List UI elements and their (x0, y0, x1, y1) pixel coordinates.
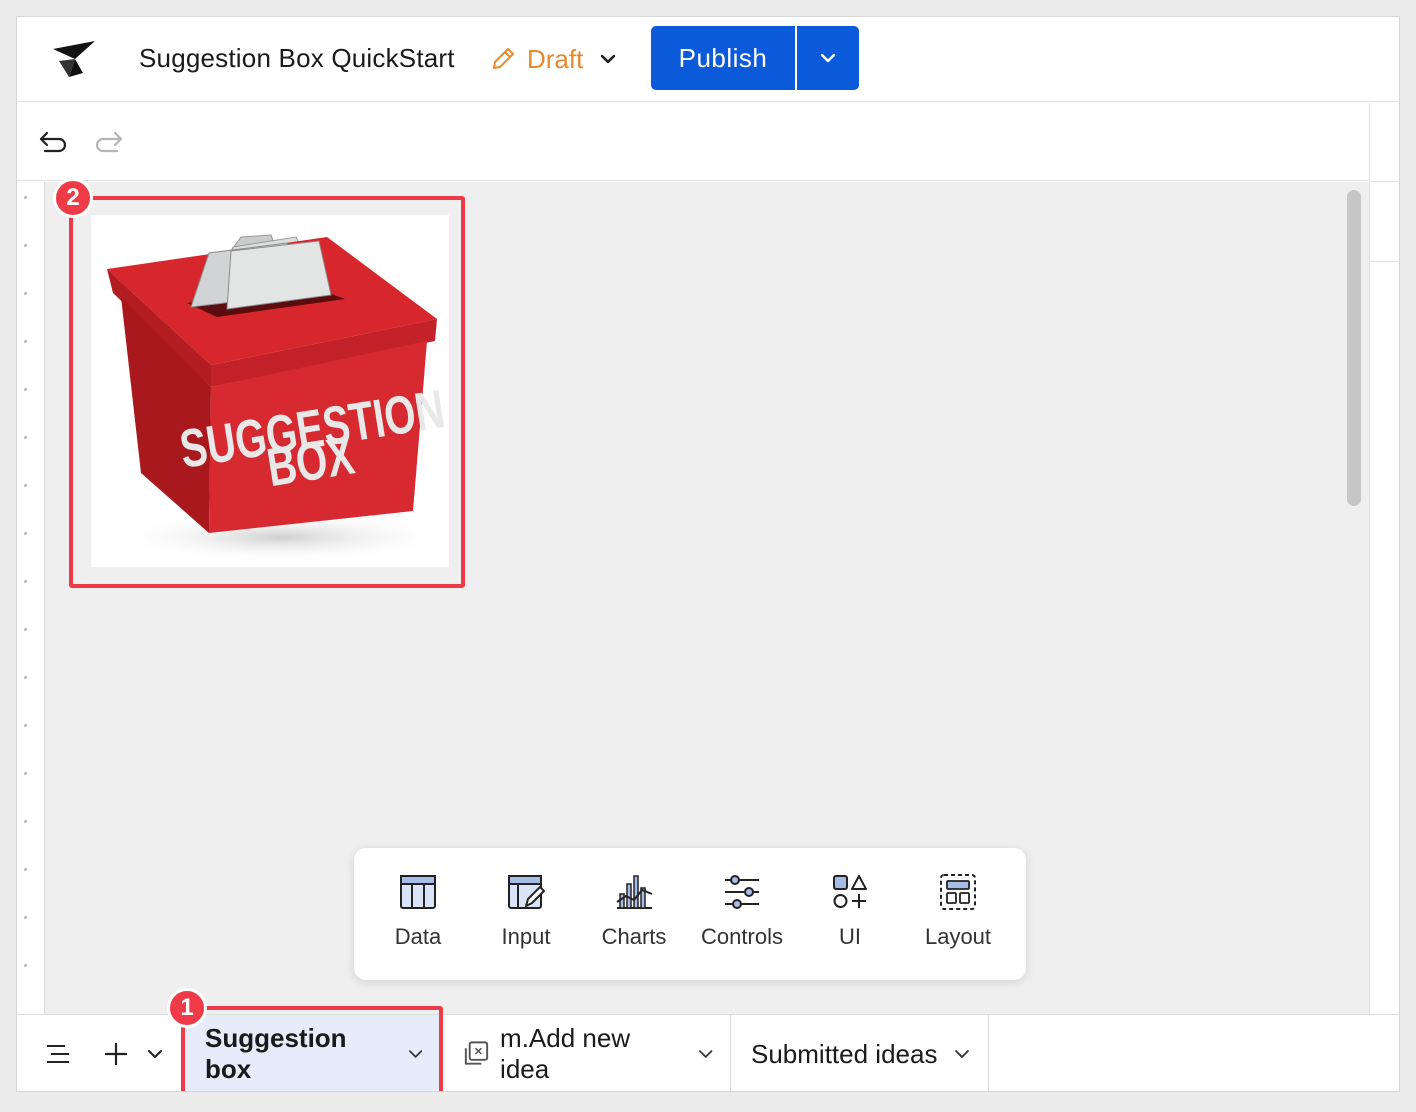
tab-add-new-idea[interactable]: m.Add new idea (441, 1015, 731, 1091)
right-panel-rail (1369, 103, 1399, 1031)
gutter-dot (24, 676, 27, 679)
gutter-dot (24, 964, 27, 967)
modal-page-icon (464, 1041, 489, 1065)
rail-divider (1370, 261, 1399, 262)
element-layout-label: Layout (924, 924, 992, 949)
chart-icon (616, 875, 653, 909)
element-panel: Data Input Charts Controls UI Layout (354, 848, 1026, 980)
element-layout[interactable]: Layout (904, 872, 1012, 980)
app-header: Suggestion Box QuickStart Draft Publish (17, 17, 1399, 102)
shapes-icon (833, 875, 867, 908)
canvas-scrollbar[interactable] (1347, 190, 1361, 506)
row-gutter (17, 182, 45, 1014)
edit-toolbar (17, 103, 1369, 181)
chevron-down-icon[interactable] (953, 1046, 971, 1062)
workbook-canvas[interactable]: SUGGESTION BOX 2 Data Input Charts Contr… (17, 178, 1369, 1014)
publish-button-group: Publish (651, 26, 859, 90)
add-page-icon[interactable] (103, 1041, 129, 1067)
gutter-dot (24, 820, 27, 823)
gutter-dot (24, 292, 27, 295)
gutter-dot (24, 244, 27, 247)
element-ui[interactable]: UI (796, 872, 904, 980)
gutter-dot (24, 436, 27, 439)
page-tab-bar: Suggestion box m.Add new idea Submitted … (17, 988, 1399, 1091)
chevron-down-icon (601, 54, 616, 64)
element-input[interactable]: Input (472, 872, 580, 980)
layout-icon (940, 874, 976, 910)
element-charts[interactable]: Charts (580, 872, 688, 980)
pencil-icon (493, 48, 514, 69)
gutter-dot (24, 916, 27, 919)
gutter-dot (24, 340, 27, 343)
table-icon (400, 875, 436, 909)
sliders-icon (725, 875, 759, 909)
rail-divider (1370, 181, 1399, 182)
element-charts-label: Charts (601, 924, 667, 949)
element-data-label: Data (394, 924, 442, 949)
sigma-logo-icon[interactable] (49, 37, 99, 81)
callout-badge-1: 1 (167, 988, 207, 1028)
element-controls-label: Controls (701, 924, 783, 949)
chevron-down-icon (820, 53, 836, 63)
element-input-label: Input (501, 924, 551, 949)
gutter-dot (24, 484, 27, 487)
gutter-dot (24, 772, 27, 775)
element-ui-label: UI (839, 924, 861, 949)
tab-label: m.Add new idea (500, 1023, 631, 1084)
tab-submitted-ideas[interactable]: Submitted ideas (731, 1015, 989, 1091)
gutter-dot (24, 196, 27, 199)
tab-highlight-box: 1 (167, 988, 443, 1091)
image-highlight-box (69, 196, 465, 588)
element-controls[interactable]: Controls (688, 872, 796, 980)
undo-icon[interactable] (37, 127, 69, 155)
draft-label: Draft (527, 43, 584, 74)
gutter-dot (24, 628, 27, 631)
app-window: Suggestion Box QuickStart Draft Publish (16, 16, 1400, 1092)
publish-options-button[interactable] (795, 26, 859, 90)
window-bottom-edge (17, 1091, 1400, 1092)
chevron-down-icon[interactable] (147, 1047, 163, 1061)
element-data[interactable]: Data (364, 872, 472, 980)
page-list-icon[interactable] (45, 1043, 71, 1065)
gutter-dot (24, 868, 27, 871)
publish-button[interactable]: Publish (651, 26, 795, 90)
input-table-icon (508, 875, 545, 909)
gutter-dot (24, 724, 27, 727)
tab-label: Submitted ideas (751, 1038, 938, 1069)
gutter-dot (24, 388, 27, 391)
redo-icon[interactable] (93, 127, 125, 155)
gutter-dot (24, 580, 27, 583)
draft-status-dropdown[interactable]: Draft (489, 41, 617, 77)
document-title[interactable]: Suggestion Box QuickStart (139, 43, 455, 74)
chevron-down-icon[interactable] (697, 1046, 714, 1062)
gutter-dot (24, 532, 27, 535)
callout-badge-2: 2 (53, 178, 93, 218)
